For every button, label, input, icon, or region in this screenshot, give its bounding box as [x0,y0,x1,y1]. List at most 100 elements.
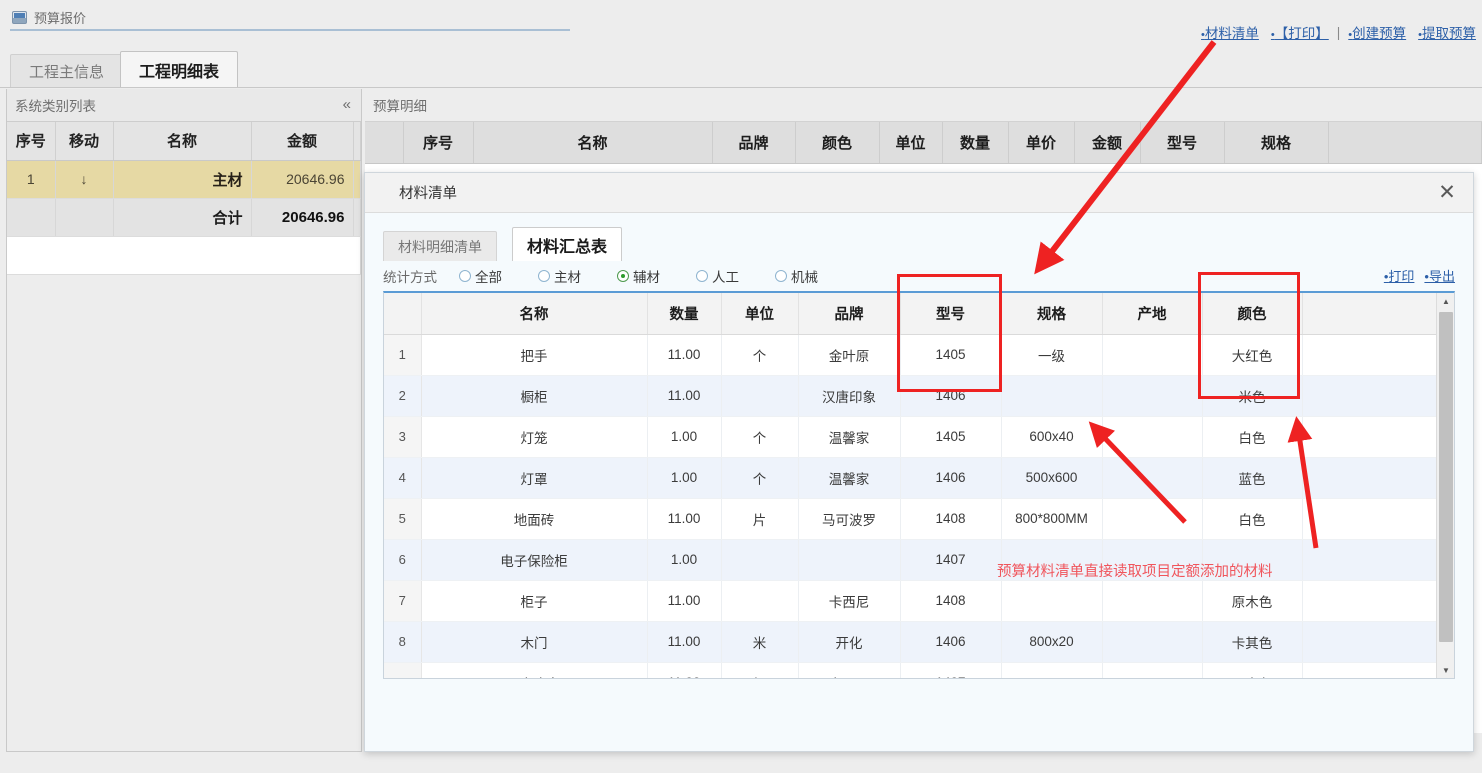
tab-label: 工程主信息 [29,61,104,82]
cell-name: 柜子 [421,580,647,621]
toolbar-link-create-budget[interactable]: •创建预算 [1342,22,1412,42]
scrollbar-thumb[interactable] [1439,312,1453,642]
left-panel-title: 系统类别列表 [15,95,96,115]
radio-label: 人工 [712,266,739,286]
table-row[interactable]: 2橱柜11.00汉唐印象1406米色 [384,375,1436,416]
toolbar-link-label: 材料清单 [1205,26,1259,41]
cell-qty: 11.00 [647,334,721,375]
cell-unit [721,580,798,621]
radio-option-machinery[interactable]: 机械 [775,266,818,286]
toolbar-link-label: 提取预算 [1422,26,1476,41]
cell-qty: 11.00 [647,375,721,416]
right-panel-title: 预算明细 [373,95,427,115]
col-header-unit: 单位 [879,122,942,163]
move-down-icon[interactable]: ↓ [55,160,113,198]
toolbar-link-label: 【打印】 [1275,26,1329,41]
cell-brand: 金叶原 [798,334,900,375]
table-row[interactable]: 8木门11.00米开化1406800x20卡其色 [384,621,1436,662]
cell-model: 1406 [900,375,1001,416]
cell-brand: 温馨家 [798,457,900,498]
table-row[interactable]: 3灯笼1.00个温馨家1405600x40白色 [384,416,1436,457]
table-row[interactable]: 9阳台木条11.00根卡西尼1407原木色 [384,662,1436,679]
cell-spec: 800*800MM [1001,498,1102,539]
radio-icon [775,270,787,282]
cell-index: 1 [384,334,421,375]
cell-name: 阳台木条 [421,662,647,679]
table-row[interactable]: 1把手11.00个金叶原1405一级大红色 [384,334,1436,375]
col-header-brand: 品牌 [712,122,795,163]
cell-index: 9 [384,662,421,679]
col-header-model: 型号 [1140,122,1224,163]
table-row[interactable]: 7柜子11.00卡西尼1408原木色 [384,580,1436,621]
cell-color: 白色 [1202,498,1302,539]
cell-origin [1102,662,1202,679]
cell-brand: 开化 [798,621,900,662]
left-panel: 系统类别列表 « 序号 移动 名称 金额 1 ↓ 主材 20646.96 [6,89,362,752]
grid-vertical-scrollbar[interactable]: ▲ ▼ [1436,293,1454,679]
export-link-label: 导出 [1429,269,1455,284]
scroll-up-icon[interactable]: ▲ [1437,293,1455,310]
cell-index: 1 [7,160,55,198]
dialog-body: 材料明细清单 材料汇总表 统计方式 全部 主材 辅材 人工 机械 •打印 •导出 [365,213,1473,679]
col-header-spec: 规格 [1224,122,1328,163]
table-row[interactable]: 5地面砖11.00片马可波罗1408800*800MM白色 [384,498,1436,539]
col-header-color: 颜色 [795,122,879,163]
tab-project-detail[interactable]: 工程明细表 [120,51,238,87]
col-header-name: 名称 [113,122,251,160]
cell-unit: 片 [721,498,798,539]
cell-index: 7 [384,580,421,621]
cell-spec [1001,539,1102,580]
cell-brand: 温馨家 [798,416,900,457]
col-header-name: 名称 [473,122,712,163]
table-row[interactable]: 4灯罩1.00个温馨家1406500x600蓝色 [384,457,1436,498]
right-panel-header: 预算明细 [365,89,1482,122]
cell-index: 3 [384,416,421,457]
print-link[interactable]: •打印 [1384,266,1415,285]
radio-option-main-material[interactable]: 主材 [538,266,581,286]
scroll-down-icon[interactable]: ▼ [1437,662,1455,679]
toolbar-link-print[interactable]: •【打印】 [1265,22,1335,42]
cell-brand: 卡西尼 [798,662,900,679]
cell-qty: 11.00 [647,662,721,679]
col-header-unit: 单位 [721,293,798,334]
cell-filler [1302,539,1436,580]
cell-model: 1406 [900,457,1001,498]
category-table: 序号 移动 名称 金额 1 ↓ 主材 20646.96 [7,122,361,275]
col-header-qty: 数量 [942,122,1008,163]
app-window: 预算报价 •材料清单 •【打印】 | •创建预算 •提取预算 工程主信息 工程明… [0,0,1482,773]
radio-option-labor[interactable]: 人工 [696,266,739,286]
table-row[interactable]: 6电子保险柜1.001407 [384,539,1436,580]
radio-label: 全部 [475,266,502,286]
cell-name: 把手 [421,334,647,375]
toolbar-link-extract-budget[interactable]: •提取预算 [1412,22,1482,42]
radio-label: 辅材 [633,266,660,286]
toolbar-separator: | [1335,25,1343,40]
table-row: 合计 20646.96 [7,198,361,236]
close-icon[interactable]: ✕ [1435,181,1459,205]
filter-label: 统计方式 [383,266,437,286]
cell-brand [798,539,900,580]
cell-name: 主材 [113,160,251,198]
tab-material-summary[interactable]: 材料汇总表 [512,227,622,261]
cell-model: 1407 [900,539,1001,580]
cell-spec [1001,662,1102,679]
tab-material-detail-list[interactable]: 材料明细清单 [383,231,497,261]
radio-option-aux-material[interactable]: 辅材 [617,266,660,286]
cell-filler [1302,580,1436,621]
cell-name: 电子保险柜 [421,539,647,580]
col-header-filler [353,122,361,160]
cell-qty: 1.00 [647,539,721,580]
cell-qty: 1.00 [647,416,721,457]
left-panel-header: 系统类别列表 « [7,89,361,122]
col-header-index: 序号 [403,122,473,163]
toolbar-link-material-list[interactable]: •材料清单 [1195,22,1265,42]
cell-index [7,198,55,236]
tab-project-main-info[interactable]: 工程主信息 [10,54,123,87]
cell-brand: 卡西尼 [798,580,900,621]
radio-option-all[interactable]: 全部 [459,266,502,286]
cell-name: 合计 [113,198,251,236]
collapse-panel-icon[interactable]: « [343,96,351,113]
cell-model: 1408 [900,498,1001,539]
export-link[interactable]: •导出 [1424,266,1455,285]
table-row[interactable]: 1 ↓ 主材 20646.96 [7,160,361,198]
